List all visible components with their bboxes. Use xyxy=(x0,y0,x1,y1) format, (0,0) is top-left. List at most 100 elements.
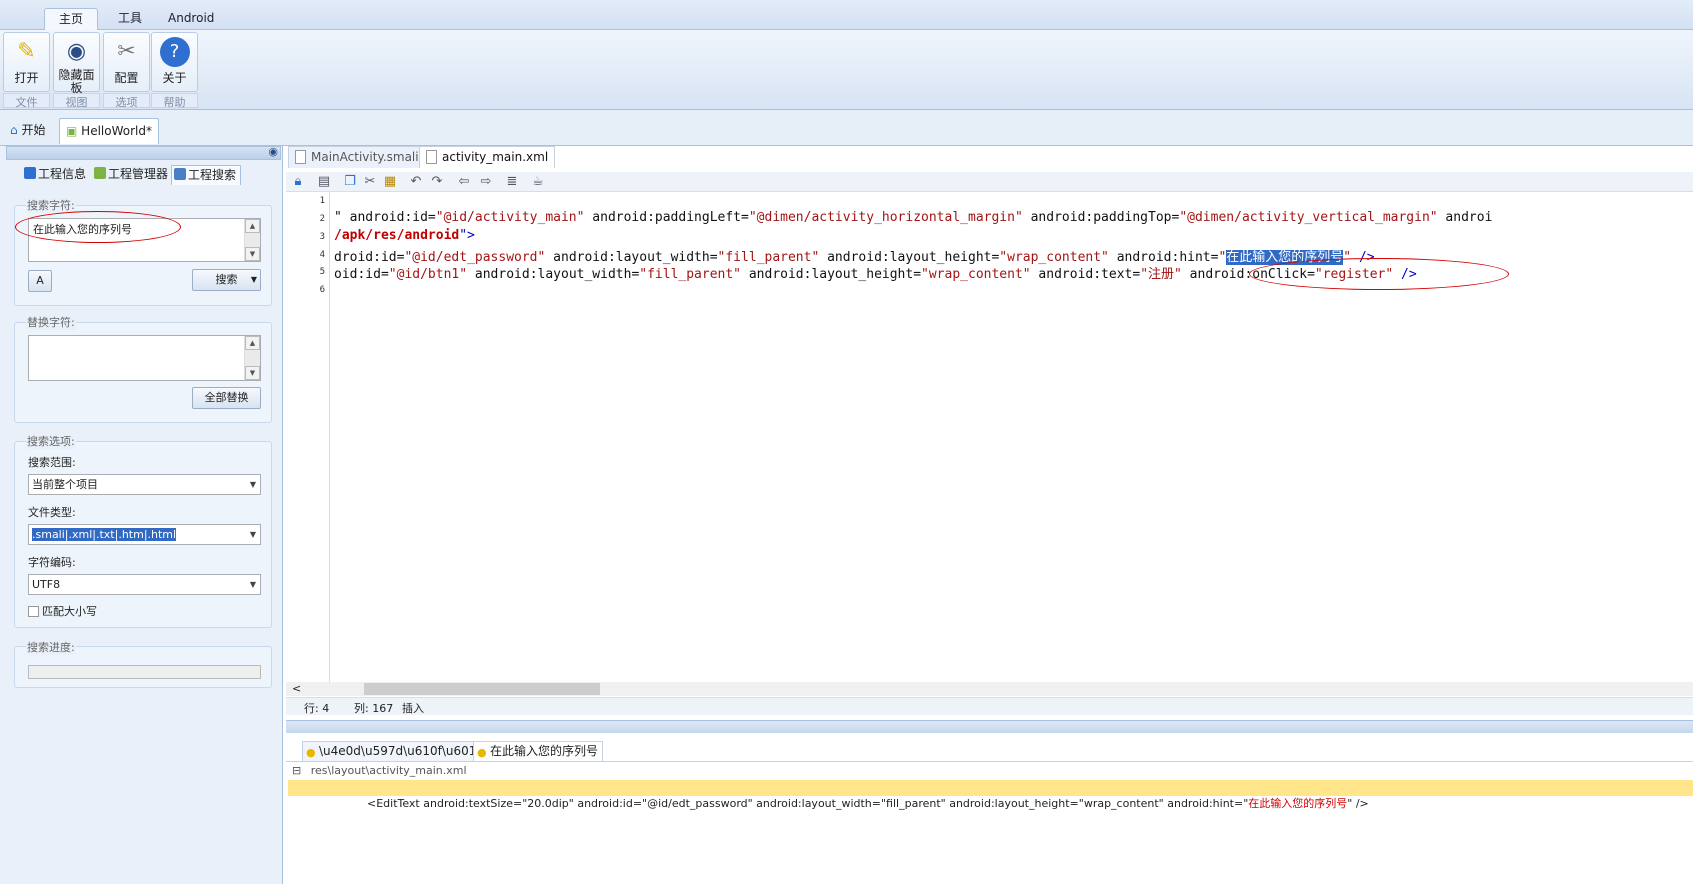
font-style-button[interactable]: A xyxy=(28,270,52,292)
code-token: android:paddingLeft= xyxy=(584,210,749,225)
group-file: 文件 xyxy=(3,93,50,109)
android-icon xyxy=(94,167,106,179)
results-header xyxy=(286,721,1693,733)
code-token: "wrap_content" xyxy=(921,267,1031,282)
encoding-label: 字符编码: xyxy=(28,556,76,569)
tab-project-search[interactable]: 工程搜索 xyxy=(171,165,242,185)
code-line-3: /apk/res/android"> xyxy=(334,228,475,243)
eye-icon: ◉ xyxy=(66,39,87,64)
search-input-scrollbar[interactable]: ▲ ▼ xyxy=(244,219,260,261)
filetype-select[interactable]: .smali|.xml|.txt|.htm|.html ▼ xyxy=(28,524,261,545)
tab-start[interactable]: ⌂ 开始 xyxy=(4,118,51,144)
replace-input[interactable]: ▲ ▼ xyxy=(28,335,261,381)
android-icon: ▣ xyxy=(66,124,78,138)
status-row: 行: 4 xyxy=(304,702,330,715)
replace-all-button[interactable]: 全部替换 xyxy=(192,387,261,409)
lightbulb-icon: ● xyxy=(306,746,316,759)
eye-icon[interactable]: ◉ xyxy=(268,145,278,158)
ribbon: ✎ 打开 ◉ 隐藏面板 ✂ 配置 ? 关于 文件 视图 选项 帮助 xyxy=(0,30,1693,110)
tab-project-manager[interactable]: 工程管理器 xyxy=(92,165,172,185)
about-button[interactable]: ? 关于 xyxy=(151,32,198,92)
results-tab-1[interactable]: ● \u4e0d\u597d\u610f\u601d xyxy=(302,741,490,761)
tools-icon: ✂ xyxy=(117,39,136,64)
code-token: "注册" xyxy=(1140,267,1182,282)
code-token: android:layout_height= xyxy=(741,267,922,282)
filetype-label: 文件类型: xyxy=(28,506,76,519)
file-icon xyxy=(426,150,437,164)
code-token: "@id/activity_main" xyxy=(435,210,585,225)
tab-home[interactable]: 主页 xyxy=(44,8,99,30)
search-icon xyxy=(174,168,186,180)
hide-panel-button[interactable]: ◉ 隐藏面板 xyxy=(53,32,100,95)
horizontal-scrollbar[interactable]: < xyxy=(286,682,1693,696)
code-token: "fill_parent" xyxy=(639,267,742,282)
result-match-row[interactable]: <EditText android:textSize="20.0dip" and… xyxy=(288,780,1693,810)
code-token: androi xyxy=(1437,210,1493,225)
tab-android[interactable]: Android xyxy=(154,8,228,30)
forward-icon[interactable]: ⇨ xyxy=(478,174,494,190)
info-icon xyxy=(24,167,36,179)
chevron-down-icon: ▼ xyxy=(249,580,256,589)
file-icon xyxy=(295,150,306,164)
paste-icon[interactable]: ▦ xyxy=(382,174,398,190)
search-label: 搜索字符: xyxy=(26,197,76,213)
lightbulb-icon: ● xyxy=(477,746,487,759)
undo-icon[interactable]: ↶ xyxy=(408,174,424,190)
code-token: oid:id= xyxy=(334,267,389,282)
progress-label: 搜索进度: xyxy=(26,639,76,655)
results-tab-1-label: \u4e0d\u597d\u610f\u601d xyxy=(319,744,485,758)
results-tree: ⊟ res\layout\activity_main.xml <EditText… xyxy=(286,761,1693,885)
editor-toolbar: 🔒︎ ▤ ❐ ✂ ▦ ↶ ↷ ⇦ ⇨ ≣ ☕︎ xyxy=(286,172,1693,192)
tab-project-info[interactable]: 工程信息 xyxy=(22,165,90,185)
dropdown-arrow-icon[interactable]: ▼ xyxy=(251,270,257,290)
config-label: 配置 xyxy=(114,71,139,85)
tab-tools[interactable]: 工具 xyxy=(104,8,156,30)
document-tabs: ⌂ 开始 ▣ HelloWorld* xyxy=(0,110,1693,146)
results-tab-2-label: 在此输入您的序列号 xyxy=(490,744,599,758)
format-icon[interactable]: ≣ xyxy=(504,174,520,190)
status-col: 列: 167 xyxy=(354,702,394,715)
scope-select[interactable]: 当前整个项目 ▼ xyxy=(28,474,261,495)
annotation-ellipse-onclick xyxy=(1249,258,1509,290)
tab-activity-main-label: activity_main.xml xyxy=(442,150,549,164)
replace-label: 替换字符: xyxy=(26,314,76,330)
ribbon-tab-bar: 主页 工具 Android xyxy=(0,0,1693,30)
search-button[interactable]: 搜索 ▼ xyxy=(192,269,261,291)
results-tab-2[interactable]: ● 在此输入您的序列号 xyxy=(473,741,604,761)
lock-icon[interactable]: 🔒︎ xyxy=(290,174,306,190)
java-icon[interactable]: ☕︎ xyxy=(530,174,546,190)
code-token: "@dimen/activity_vertical_margin" xyxy=(1179,210,1438,225)
match-text-end: " /> xyxy=(1347,797,1369,810)
tab-project-info-label: 工程信息 xyxy=(38,167,87,181)
match-case-label: 匹配大小写 xyxy=(42,605,97,618)
results-file-node[interactable]: ⊟ res\layout\activity_main.xml xyxy=(292,764,467,777)
match-case-checkbox[interactable]: 匹配大小写 xyxy=(28,603,97,619)
tab-start-label: 开始 xyxy=(21,123,46,137)
encoding-select[interactable]: UTF8 ▼ xyxy=(28,574,261,595)
replace-group: ▲ ▼ 全部替换 xyxy=(14,322,272,423)
text-style-icon: A xyxy=(36,274,44,287)
open-button[interactable]: ✎ 打开 xyxy=(3,32,50,92)
cut-icon[interactable]: ✂ xyxy=(362,174,378,190)
tab-mainactivity-smali[interactable]: MainActivity.smali* xyxy=(288,146,432,168)
encoding-value: UTF8 xyxy=(32,578,61,591)
copy-icon[interactable]: ❐ xyxy=(342,174,358,190)
checkbox-box[interactable] xyxy=(28,606,39,617)
tab-activity-main-xml[interactable]: activity_main.xml xyxy=(419,146,556,168)
collapse-icon[interactable]: ⊟ xyxy=(292,764,301,777)
scope-label: 搜索范围: xyxy=(28,456,76,469)
replace-input-scrollbar[interactable]: ▲ ▼ xyxy=(244,336,260,380)
redo-icon[interactable]: ↷ xyxy=(429,174,445,190)
back-icon[interactable]: ⇦ xyxy=(456,174,472,190)
project-search-panel: ◉ 工程信息 工程管理器 工程搜索 在此输入您的序列号 ▲ ▼ A 搜索 ▼ 搜索… xyxy=(0,145,283,884)
annotation-ellipse-search xyxy=(15,211,181,243)
filetype-value: .smali|.xml|.txt|.htm|.html xyxy=(32,528,177,541)
save-icon[interactable]: ▤ xyxy=(316,174,332,190)
scroll-left-arrow[interactable]: < xyxy=(292,682,301,695)
config-button[interactable]: ✂ 配置 xyxy=(103,32,150,92)
scrollbar-thumb[interactable] xyxy=(364,683,600,695)
home-icon: ⌂ xyxy=(10,123,18,137)
editor-area: MainActivity.smali* activity_main.xml 🔒︎… xyxy=(286,146,1693,716)
tab-helloworld[interactable]: ▣ HelloWorld* xyxy=(59,118,159,144)
help-icon: ? xyxy=(159,37,190,67)
